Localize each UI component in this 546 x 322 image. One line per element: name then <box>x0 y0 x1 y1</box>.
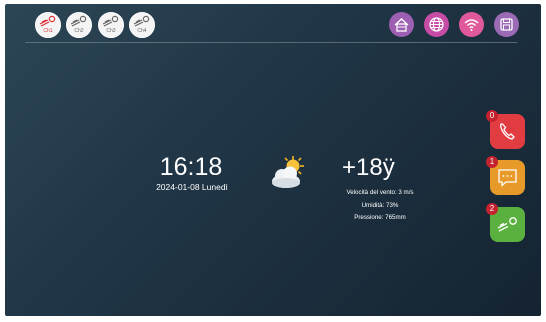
clock-date: 2024-01-08 Lunedì <box>156 182 228 192</box>
save-icon <box>500 18 513 31</box>
channel-label: Ch2 <box>74 28 84 34</box>
messages-badge: 1 <box>486 156 498 168</box>
wind-speed: Velocità del vento: 3 m/s <box>346 189 414 196</box>
channel-label: Ch3 <box>106 28 116 34</box>
camera-motion-icon <box>102 15 119 27</box>
channel-label: Ch4 <box>137 28 147 34</box>
header-divider <box>25 42 517 43</box>
camera-motion-icon <box>133 15 150 27</box>
channel-button-4[interactable]: Ch4 <box>129 12 155 38</box>
globe-icon <box>429 17 444 32</box>
main-screen: Ch1 Ch2 Ch3 Ch4 16:18 2024-01-08 Lunedì … <box>5 4 541 316</box>
home-icon <box>394 18 409 32</box>
channel-button-2[interactable]: Ch2 <box>66 12 92 38</box>
call-button[interactable]: 0 <box>486 110 525 149</box>
channel-label: Ch1 <box>43 28 53 34</box>
camera-motion-icon <box>70 15 87 27</box>
temperature: +18ÿ <box>342 154 395 181</box>
missed-calls-badge: 0 <box>486 110 498 122</box>
channel-button-1[interactable]: Ch1 <box>35 12 61 38</box>
humidity: Umidità: 73% <box>361 202 399 209</box>
clock-time: 16:18 <box>159 153 223 181</box>
partly-cloudy-icon <box>268 154 310 197</box>
monitor-button[interactable]: 2 <box>486 203 525 242</box>
camera-motion-icon <box>39 15 56 27</box>
wifi-button[interactable] <box>459 12 484 37</box>
message-button[interactable]: 1 <box>486 156 525 195</box>
monitor-badge: 2 <box>486 203 498 215</box>
pressure: Pressione: 765mm <box>354 214 406 221</box>
wifi-icon <box>464 19 479 31</box>
home-button[interactable] <box>389 12 414 37</box>
save-button[interactable] <box>494 12 519 37</box>
channel-button-3[interactable]: Ch3 <box>98 12 124 38</box>
network-button[interactable] <box>424 12 449 37</box>
